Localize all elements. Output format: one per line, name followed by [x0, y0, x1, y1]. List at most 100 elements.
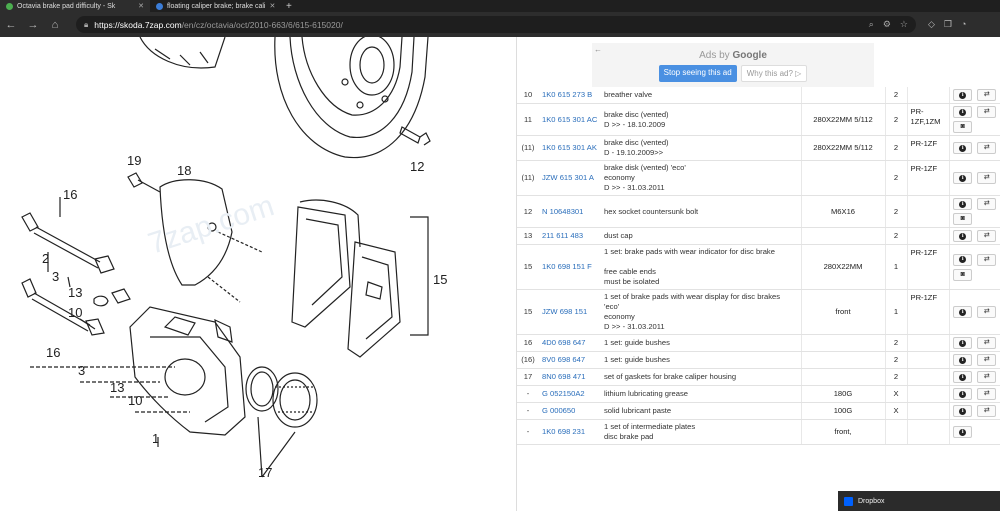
diagram-label[interactable]: 15: [433, 272, 447, 287]
favorite-star-icon[interactable]: ☆: [900, 19, 908, 30]
info-button[interactable]: i: [953, 253, 973, 266]
part-quantity: 2: [885, 160, 907, 196]
close-tab-icon[interactable]: ✕: [134, 2, 144, 10]
diagram-label[interactable]: 3: [52, 269, 59, 284]
table-row[interactable]: 12 N 10648301 hex socket countersunk bolt M…: [517, 195, 1000, 228]
collections-icon[interactable]: ❒: [944, 19, 952, 30]
table-row[interactable]: -1K0 698 231 1 set of intermediate plates…: [517, 419, 1000, 445]
diagram-label[interactable]: 16: [63, 187, 77, 202]
info-button[interactable]: i: [953, 354, 973, 366]
table-row[interactable]: (11) JZW 615 301 Abrake disk (vented) 'ec…: [517, 160, 1000, 196]
diagram-label[interactable]: 12: [410, 159, 424, 174]
diagram-label[interactable]: 10: [68, 305, 82, 320]
diagram-label[interactable]: 18: [177, 163, 191, 178]
part-number-link[interactable]: JZW 615 301 A: [539, 160, 601, 196]
diagram-label[interactable]: 3: [78, 363, 85, 378]
replacement-button[interactable]: ⇄: [977, 337, 997, 349]
ads-by-google: Ads by Google: [699, 50, 767, 61]
address-bar[interactable]: 🔒︎ https://skoda.7zap.com/en/cz/octavia/…: [76, 16, 916, 33]
replacement-button[interactable]: ⇄: [977, 354, 997, 366]
back-arrow-icon[interactable]: ←: [594, 45, 602, 54]
forward-arrow-icon[interactable]: →: [22, 19, 44, 31]
part-quantity: 2: [885, 227, 907, 245]
info-button[interactable]: i: [953, 198, 973, 210]
replacement-button[interactable]: ⇄: [977, 388, 997, 400]
info-button[interactable]: i: [953, 89, 973, 101]
part-number-link[interactable]: 1K0 698 231: [539, 419, 601, 445]
replacement-button[interactable]: ⇄: [977, 198, 997, 210]
part-number-link[interactable]: 211 611 483: [539, 227, 601, 245]
diagram-label[interactable]: 17: [258, 465, 272, 480]
replacement-button[interactable]: ⇄: [977, 172, 997, 184]
info-button[interactable]: i: [953, 426, 973, 438]
info-button[interactable]: i: [953, 172, 973, 184]
photo-button[interactable]: ◙: [953, 121, 973, 133]
table-row[interactable]: 15 JZW 698 151 1 set of brake pads with we…: [517, 289, 1000, 335]
replacement-button[interactable]: ⇄: [977, 89, 997, 101]
replacement-button[interactable]: ⇄: [977, 230, 997, 242]
search-icon[interactable]: ⌕: [869, 19, 874, 30]
part-number-link[interactable]: 1K0 698 151 F: [539, 244, 601, 290]
diagram-label[interactable]: 1: [152, 431, 159, 446]
photo-button[interactable]: ◙: [953, 268, 973, 281]
back-arrow-icon[interactable]: ←: [0, 19, 22, 31]
part-number-link[interactable]: 4D0 698 647: [539, 334, 601, 352]
diagram-label[interactable]: 13: [110, 380, 124, 395]
part-number-link[interactable]: 8N0 698 471: [539, 368, 601, 386]
table-row[interactable]: 16 4D0 698 647 1 set: guide bushes 2 i ⇄: [517, 334, 1000, 352]
camera-icon: ◙: [960, 123, 965, 130]
description-line: brake disk (vented) 'eco': [604, 163, 686, 172]
table-row[interactable]: 17 8N0 698 471 set of gaskets for brake ca…: [517, 368, 1000, 386]
info-button[interactable]: i: [953, 371, 973, 383]
info-button[interactable]: i: [953, 230, 973, 242]
part-number-link[interactable]: 1K0 615 273 B: [539, 87, 601, 104]
tab-octavia[interactable]: Octavia brake pad difficulty - Sk ✕: [0, 0, 150, 12]
replacement-button[interactable]: ⇄: [977, 371, 997, 383]
table-row[interactable]: (16) 8V0 698 647 1 set: guide bushes 2 i ⇄: [517, 351, 1000, 369]
home-icon[interactable]: ⌂: [44, 19, 66, 31]
info-button[interactable]: i: [953, 337, 973, 349]
info-button[interactable]: i: [953, 388, 973, 400]
part-number-link[interactable]: G 052150A2: [539, 385, 601, 403]
replacement-button[interactable]: ⇄: [977, 142, 997, 154]
new-tab-button[interactable]: +: [280, 1, 298, 12]
table-row[interactable]: 15 1K0 698 151 F1 set: brake pads with we…: [517, 244, 1000, 290]
replacement-button[interactable]: ⇄: [977, 253, 997, 266]
part-number-link[interactable]: G 000650: [539, 402, 601, 420]
replacement-button[interactable]: ⇄: [977, 306, 997, 318]
part-number-link[interactable]: JZW 698 151: [539, 289, 601, 335]
diagram-label[interactable]: 2: [42, 251, 49, 266]
part-actions: i ⇄: [948, 334, 1000, 352]
table-row[interactable]: 10 1K0 615 273 Bbreather valve 2 i ⇄: [517, 87, 1000, 104]
part-position: (11): [517, 135, 539, 161]
settings-icon[interactable]: ⚙: [883, 19, 891, 30]
table-row[interactable]: -G 000650 solid lubricant paste 100G Xi ⇄: [517, 402, 1000, 420]
stop-seeing-ad-button[interactable]: Stop seeing this ad: [658, 65, 737, 82]
why-this-ad-button[interactable]: Why this ad? ▷: [740, 65, 808, 82]
part-number-link[interactable]: N 10648301: [539, 195, 601, 228]
tab-floating-caliper[interactable]: floating caliper brake; brake cali ✕: [150, 0, 280, 12]
part-number-link[interactable]: 1K0 615 301 AK: [539, 135, 601, 161]
diagram-label[interactable]: 16: [46, 345, 60, 360]
photo-button[interactable]: ◙: [953, 213, 973, 225]
info-button[interactable]: i: [953, 306, 973, 318]
table-row[interactable]: (11) 1K0 615 301 AK brake disc (vented) D -…: [517, 135, 1000, 161]
info-button[interactable]: i: [953, 405, 973, 417]
replacement-button[interactable]: ⇄: [977, 405, 997, 417]
part-number-link[interactable]: 8V0 698 647: [539, 351, 601, 369]
diagram-label[interactable]: 10: [128, 393, 142, 408]
extension-icon[interactable]: ◇: [928, 19, 935, 30]
info-button[interactable]: i: [953, 106, 973, 118]
profile-icon[interactable]: ◔: [961, 19, 966, 30]
part-number-link[interactable]: 1K0 615 301 AC: [539, 103, 601, 136]
dropbox-notification[interactable]: Dropbox: [838, 491, 1000, 511]
replacement-button[interactable]: ⇄: [977, 106, 997, 118]
diagram-label[interactable]: 19: [127, 153, 141, 168]
info-button[interactable]: i: [953, 142, 973, 154]
close-tab-icon[interactable]: ✕: [265, 2, 275, 10]
table-row[interactable]: 13 211 611 483 dust cap 2 i ⇄: [517, 227, 1000, 245]
diagram-label[interactable]: 13: [68, 285, 82, 300]
parts-table: 10 1K0 615 273 Bbreather valve 2 i ⇄ 11 1K0 61…: [517, 87, 1000, 445]
table-row[interactable]: -G 052150A2 lithium lubricating grease 180…: [517, 385, 1000, 403]
table-row[interactable]: 11 1K0 615 301 AC brake disc (vented) D >> …: [517, 103, 1000, 136]
